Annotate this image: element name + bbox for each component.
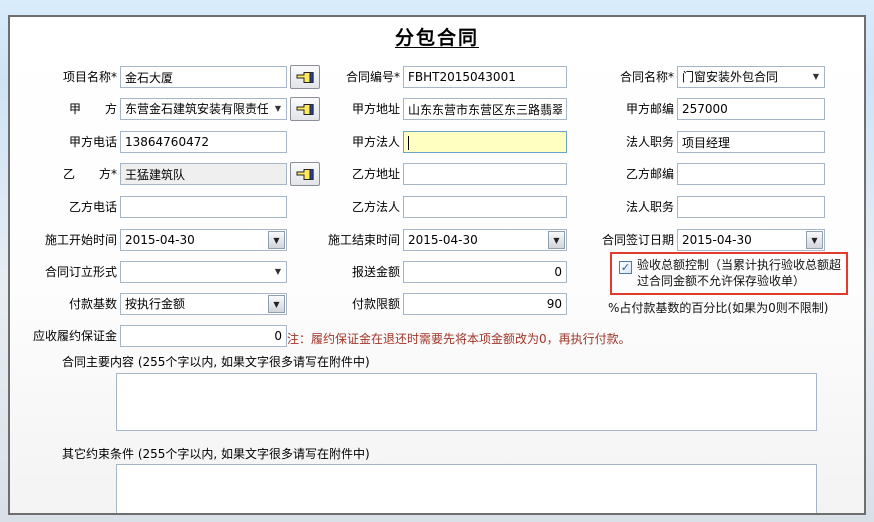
chevron-down-icon: ▼ <box>813 73 819 81</box>
party-a-legal-label: 甲方法人 <box>300 131 400 153</box>
party-a-legal-input[interactable] <box>403 131 567 153</box>
start-date-label: 施工开始时间 <box>17 229 117 251</box>
party-b-phone-input[interactable] <box>120 196 287 218</box>
chevron-down-icon[interactable]: ▼ <box>806 231 823 249</box>
party-b-input[interactable] <box>120 163 287 185</box>
deposit-note-text: 注：履约保证金在退还时需要先将本项金额改为0，再执行付款。 <box>287 330 631 347</box>
report-amount-label: 报送金额 <box>300 261 400 283</box>
payment-limit-input[interactable] <box>403 293 567 315</box>
deposit-input[interactable] <box>120 325 287 347</box>
form-panel: 分包合同 项目名称* 合同编号* 合同名称* 门窗安装外包合同 ▼ 甲 方 东营… <box>8 15 866 515</box>
project-name-label: 项目名称* <box>17 66 117 88</box>
chevron-down-icon: ▼ <box>275 105 281 113</box>
contract-form-combo[interactable]: ▼ <box>120 261 287 283</box>
party-b-zip-input[interactable] <box>677 163 825 185</box>
deposit-label: 应收履约保证金 <box>17 325 117 347</box>
text-caret <box>408 136 409 150</box>
party-a-label: 甲 方 <box>17 98 117 120</box>
main-content-textarea[interactable] <box>116 373 817 431</box>
end-date-picker[interactable]: 2015-04-30 ▼ <box>403 229 567 251</box>
contract-no-input[interactable] <box>403 66 567 88</box>
start-date-picker[interactable]: 2015-04-30 ▼ <box>120 229 287 251</box>
party-b-legal-label: 乙方法人 <box>300 196 400 218</box>
chevron-down-icon: ▼ <box>275 268 281 276</box>
acceptance-checkbox-label[interactable]: 验收总额控制（当累计执行验收总额超过合同金额不允许保存验收单） <box>637 257 843 289</box>
sign-date-label: 合同签订日期 <box>574 229 674 251</box>
party-b-label: 乙 方* <box>17 163 117 185</box>
party-b-phone-label: 乙方电话 <box>17 196 117 218</box>
contract-no-label: 合同编号* <box>300 66 400 88</box>
acceptance-checkbox[interactable]: ✓ <box>619 261 632 274</box>
party-a-combo[interactable]: 东营金石建筑安装有限责任 ▼ <box>120 98 287 120</box>
payment-base-label: 付款基数 <box>17 293 117 315</box>
legal-title-b-input[interactable] <box>677 196 825 218</box>
main-content-label: 合同主要内容 (255个字以内, 如果文字很多请写在附件中) <box>62 353 370 370</box>
party-b-legal-input[interactable] <box>403 196 567 218</box>
party-a-address-label: 甲方地址 <box>300 98 400 120</box>
report-amount-input[interactable] <box>403 261 567 283</box>
payment-limit-label: 付款限额 <box>300 293 400 315</box>
other-terms-label: 其它约束条件 (255个字以内, 如果文字很多请写在附件中) <box>62 445 370 462</box>
party-a-zip-input[interactable] <box>677 98 825 120</box>
party-b-address-input[interactable] <box>403 163 567 185</box>
party-a-phone-label: 甲方电话 <box>17 131 117 153</box>
end-date-label: 施工结束时间 <box>300 229 400 251</box>
project-name-input[interactable] <box>120 66 287 88</box>
legal-title-a-input[interactable] <box>677 131 825 153</box>
chevron-down-icon[interactable]: ▼ <box>548 231 565 249</box>
sign-date-picker[interactable]: 2015-04-30 ▼ <box>677 229 825 251</box>
chevron-down-icon[interactable]: ▼ <box>268 295 285 313</box>
party-a-phone-input[interactable] <box>120 131 287 153</box>
party-b-zip-label: 乙方邮编 <box>574 163 674 185</box>
party-a-zip-label: 甲方邮编 <box>574 98 674 120</box>
contract-form-label: 合同订立形式 <box>17 261 117 283</box>
party-b-address-label: 乙方地址 <box>300 163 400 185</box>
payment-base-combo[interactable]: 按执行金额 ▼ <box>120 293 287 315</box>
contract-name-combo[interactable]: 门窗安装外包合同 ▼ <box>677 66 825 88</box>
chevron-down-icon[interactable]: ▼ <box>268 231 285 249</box>
page-title: 分包合同 <box>10 23 864 50</box>
party-a-address-input[interactable] <box>403 98 567 120</box>
acceptance-control-highlight: ✓ 验收总额控制（当累计执行验收总额超过合同金额不允许保存验收单） <box>610 252 848 295</box>
contract-name-label: 合同名称* <box>574 66 674 88</box>
other-terms-textarea[interactable] <box>116 464 817 515</box>
percent-hint-text: %占付款基数的百分比(如果为0则不限制) <box>608 299 828 316</box>
legal-title-a-label: 法人职务 <box>574 131 674 153</box>
legal-title-b-label: 法人职务 <box>574 196 674 218</box>
